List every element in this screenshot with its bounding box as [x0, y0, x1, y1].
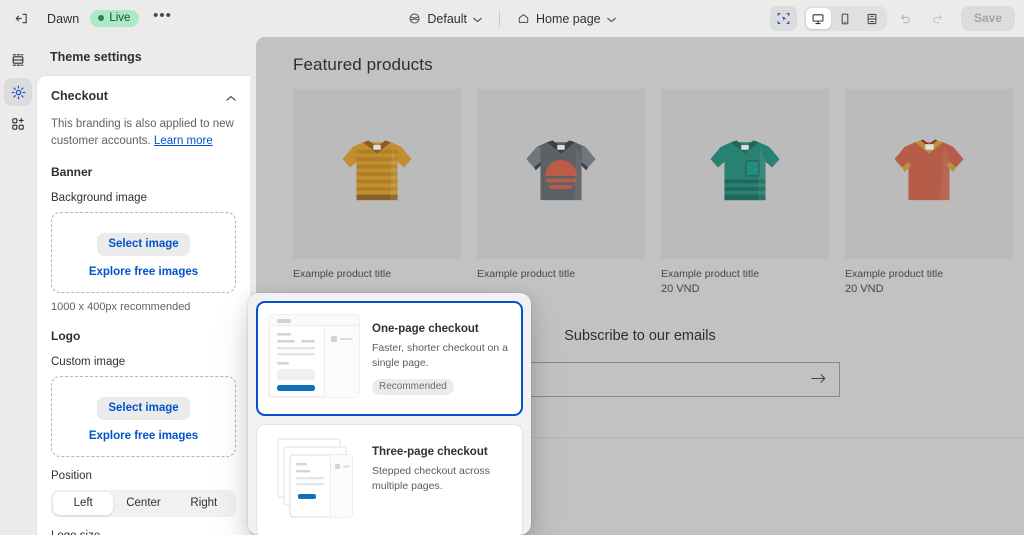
top-bar: Dawn Live ••• Default Home page Save: [0, 0, 1024, 37]
home-icon: [518, 14, 529, 23]
device-toggle-group: [803, 6, 887, 31]
logo-position-segmented-control: Left Center Right: [51, 490, 236, 518]
checkout-option-one-page[interactable]: One-page checkout Faster, shorter checko…: [256, 301, 523, 416]
checkout-section-header[interactable]: Checkout: [51, 89, 236, 107]
more-actions-button[interactable]: •••: [149, 7, 175, 31]
logo-position-option-center[interactable]: Center: [113, 492, 173, 515]
chevron-down-icon: [473, 12, 482, 26]
redo-button[interactable]: [924, 6, 951, 31]
gear-icon: [11, 85, 25, 99]
checkout-layout-popover: One-page checkout Faster, shorter checko…: [248, 293, 531, 535]
left-icon-rail: [0, 37, 36, 535]
checkout-option-title: Three-page checkout: [372, 446, 488, 458]
theme-variant-label: Default: [427, 11, 467, 26]
desktop-icon: [813, 13, 824, 24]
checkout-section-title: Checkout: [51, 89, 108, 103]
select-cursor-icon: [777, 12, 790, 25]
divider: [498, 10, 500, 27]
chevron-down-icon: [606, 12, 616, 26]
logo-position-option-right[interactable]: Right: [174, 492, 234, 515]
checkout-option-title: One-page checkout: [372, 323, 479, 335]
device-desktop-button[interactable]: [805, 8, 831, 29]
redo-icon: [933, 14, 942, 24]
select-background-image-button[interactable]: Select image: [97, 233, 190, 257]
rail-item-sections[interactable]: [4, 46, 32, 74]
mobile-icon: [842, 13, 849, 24]
rail-item-theme-settings[interactable]: [4, 78, 32, 106]
undo-button[interactable]: [892, 6, 919, 31]
app-blocks-icon: [12, 117, 24, 130]
theme-name-label: Dawn: [47, 11, 80, 26]
save-button[interactable]: Save: [960, 6, 1015, 31]
logo-position-label: Position: [51, 470, 92, 483]
select-logo-image-button[interactable]: Select image: [97, 397, 190, 421]
logo-image-dropzone[interactable]: Select image Explore free images: [51, 376, 236, 458]
exit-editor-button[interactable]: [8, 6, 35, 31]
top-bar-left: Dawn Live •••: [0, 6, 175, 31]
theme-editor-window: Dawn Live ••• Default Home page Save The…: [0, 0, 1024, 535]
undo-icon: [901, 14, 910, 24]
status-badge-label: Live: [109, 12, 131, 24]
rail-item-app-embeds[interactable]: [4, 110, 32, 138]
theme-variant-selector[interactable]: Default: [401, 8, 489, 30]
globe-icon: [409, 13, 420, 24]
logo-position-option-left[interactable]: Left: [53, 492, 114, 516]
single-page-thumb-icon: [268, 314, 360, 403]
checkout-option-body: Three-page checkout Stepped checkout acr…: [360, 437, 510, 494]
select-tool-button[interactable]: [769, 6, 797, 31]
checkout-option-body: One-page checkout Faster, shorter checko…: [360, 314, 510, 396]
explore-free-images-link-logo[interactable]: Explore free images: [89, 430, 198, 442]
page-selector[interactable]: Home page: [510, 8, 623, 30]
chevron-up-icon: [226, 89, 236, 107]
exit-arrow-icon: [15, 13, 27, 24]
background-image-hint: 1000 x 400px recommended: [51, 301, 191, 314]
sections-icon: [12, 54, 24, 66]
page-selector-label: Home page: [535, 11, 601, 26]
recommended-badge: Recommended: [372, 379, 454, 396]
stacked-pages-thumb-icon: [268, 437, 360, 526]
checkout-option-description: Stepped checkout across multiple pages.: [372, 465, 490, 493]
settings-panel-inner: Checkout This branding is also applied t…: [37, 76, 250, 535]
status-dot-icon: [98, 15, 105, 21]
logo-group-label: Logo: [51, 329, 81, 344]
settings-panel: Checkout This branding is also applied t…: [36, 75, 250, 535]
background-image-dropzone[interactable]: Select image Explore free images: [51, 212, 236, 294]
logo-size-label: Logo size: [51, 530, 236, 535]
status-badge[interactable]: Live: [90, 10, 140, 27]
theme-settings-sidebar: Theme settings Checkout This branding is…: [36, 37, 250, 535]
checkout-option-three-page[interactable]: Three-page checkout Stepped checkout acr…: [256, 424, 523, 535]
fullscreen-icon: [868, 13, 877, 24]
custom-image-label: Custom image: [51, 356, 126, 369]
device-fullscreen-button[interactable]: [860, 8, 885, 29]
banner-group-label: Banner: [51, 165, 93, 180]
top-bar-right: Save: [769, 0, 1015, 37]
sidebar-title: Theme settings: [50, 50, 142, 64]
checkout-option-description: Faster, shorter checkout on a single pag…: [372, 342, 508, 370]
learn-more-link[interactable]: Learn more: [154, 135, 213, 147]
checkout-helper-text: This branding is also applied to new cus…: [51, 116, 236, 149]
background-image-label: Background image: [51, 192, 147, 205]
device-mobile-button[interactable]: [833, 8, 858, 29]
explore-free-images-link-banner[interactable]: Explore free images: [89, 266, 198, 278]
